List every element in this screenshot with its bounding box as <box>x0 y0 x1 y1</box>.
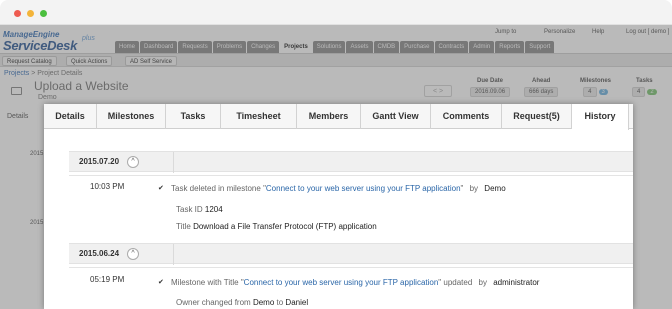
history-entry: Task deleted in milestone "Connect to yo… <box>171 184 506 193</box>
history-date-header: 2015.07.20 ^ <box>69 151 633 173</box>
check-icon: ✔ <box>158 279 164 286</box>
task-id-label: Task ID <box>176 205 203 214</box>
collapse-chevron-icon[interactable]: ^ <box>127 156 139 168</box>
maximize-window-button[interactable] <box>40 10 47 17</box>
quote-close: " <box>460 184 464 193</box>
title-value: Download a File Transfer Protocol (FTP) … <box>193 222 377 231</box>
tab-gantt-view[interactable]: Gantt View <box>361 104 431 129</box>
tab-comments[interactable]: Comments <box>431 104 502 129</box>
history-date-header: 2015.06.24 ^ <box>69 243 633 265</box>
owner-to: Daniel <box>285 298 309 307</box>
history-time: 10:03 PM <box>90 182 125 191</box>
check-icon: ✔ <box>158 185 164 192</box>
task-title-row: Title Download a File Transfer Protocol … <box>176 222 377 231</box>
row-divider <box>69 267 633 268</box>
by-label: by <box>469 184 479 193</box>
entry-user: administrator <box>493 278 540 287</box>
owner-change-row: Owner changed from Demo to Daniel <box>176 298 308 307</box>
tab-milestones[interactable]: Milestones <box>97 104 166 129</box>
owner-label: Owner changed from <box>176 298 251 307</box>
owner-from: Demo <box>252 298 275 307</box>
divider <box>173 152 174 173</box>
entry-prefix: Task deleted in milestone <box>171 184 261 193</box>
milestone-link[interactable]: Connect to your web server using your FT… <box>266 184 461 193</box>
history-time: 05:19 PM <box>90 275 125 284</box>
tab-tasks[interactable]: Tasks <box>166 104 221 129</box>
by-label: by <box>478 278 487 287</box>
entry-prefix: Milestone with Title <box>171 278 239 287</box>
title-bar <box>0 0 672 25</box>
collapse-chevron-icon[interactable]: ^ <box>127 248 139 260</box>
tab-requests[interactable]: Request(5) <box>502 104 572 129</box>
project-tabs: Details Milestones Tasks Timesheet Membe… <box>44 104 633 130</box>
tab-details[interactable]: Details <box>44 104 97 129</box>
entry-user: Demo <box>484 184 506 193</box>
history-entry: Milestone with Title "Connect to your we… <box>171 278 539 287</box>
quote-close: " <box>438 278 442 287</box>
divider <box>173 244 174 265</box>
title-label: Title <box>176 222 191 231</box>
tab-members[interactable]: Members <box>297 104 361 129</box>
task-id-value: 1204 <box>204 205 223 214</box>
task-id-row: Task ID 1204 <box>176 205 223 214</box>
history-date: 2015.06.24 <box>79 249 120 258</box>
project-history-panel: Details Milestones Tasks Timesheet Membe… <box>44 104 633 309</box>
browser-window: ManageEngine ServiceDesk plus Jump to Pe… <box>0 0 672 309</box>
row-divider <box>69 175 633 176</box>
entry-action: updated <box>443 278 473 287</box>
history-date: 2015.07.20 <box>79 157 120 166</box>
minimize-window-button[interactable] <box>27 10 34 17</box>
tab-history[interactable]: History <box>572 104 629 130</box>
tab-timesheet[interactable]: Timesheet <box>221 104 297 129</box>
to-label: to <box>276 298 284 307</box>
close-window-button[interactable] <box>14 10 21 17</box>
milestone-link[interactable]: Connect to your web server using your FT… <box>244 278 439 287</box>
